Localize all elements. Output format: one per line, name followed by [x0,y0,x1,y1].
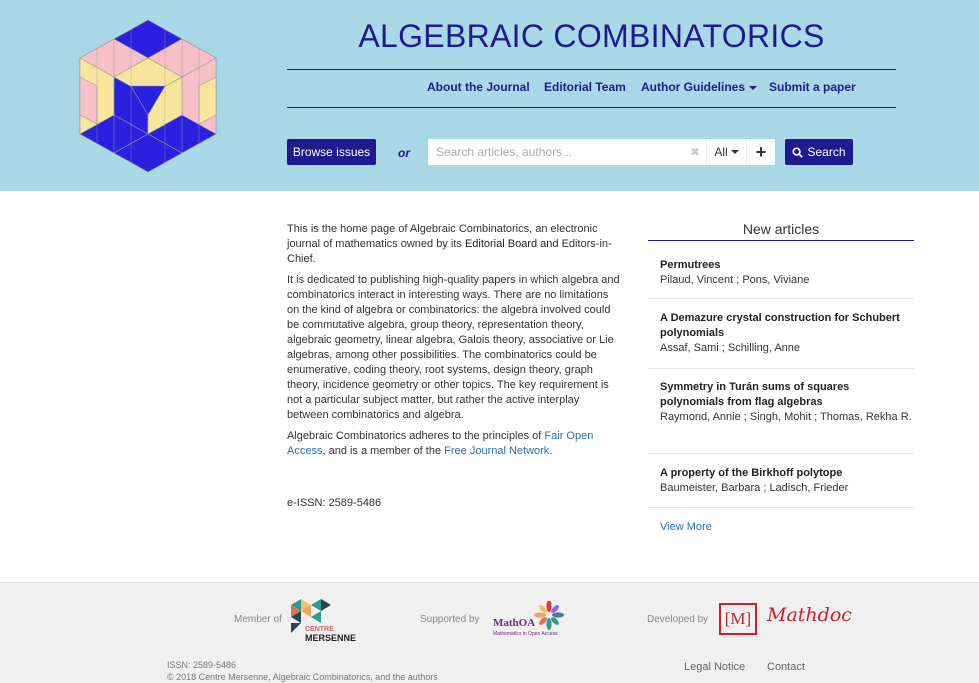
search-scope-select[interactable]: All [706,139,746,165]
article-authors: Baumeister, Barbara ; Ladisch, Frieder [660,482,849,494]
article-title[interactable]: Permutrees [660,258,914,273]
search-icon [792,146,804,158]
browse-issues-button[interactable]: Browse issues [287,139,376,165]
article-title[interactable]: A Demazure crystal construction for Schu… [660,311,914,341]
member-of-label: Member of [234,614,282,625]
divider [648,240,914,241]
contact-link[interactable]: Contact [767,661,805,673]
open-access-paragraph: Algebraic Combinatorics adheres to the p… [287,429,623,459]
search-box: ✖ All + [428,139,775,165]
journal-logo-icon[interactable] [78,18,218,173]
footer-copyright: © 2018 Centre Mersenne, Algebraic Combin… [167,672,438,682]
legal-notice-link[interactable]: Legal Notice [684,661,745,673]
mathoa-subtitle: Mathematics in Open Access [493,631,558,637]
mersenne-bottom-text: MERSENNE [305,633,357,643]
oa-mid-text: , and is a member of the [322,445,442,457]
search-button-label: Search [807,145,846,159]
search-button[interactable]: Search [785,139,853,165]
divider [648,453,914,454]
divider [648,368,914,369]
article-item[interactable]: A Demazure crystal construction for Schu… [648,311,914,356]
nav-submit-paper[interactable]: Submit a paper [769,80,856,94]
or-label: or [398,146,410,160]
article-title[interactable]: A property of the Birkhoff polytope [660,466,914,481]
nav-editorial-team[interactable]: Editorial Team [544,80,626,94]
oa-text: Algebraic Combinatorics adheres to the p… [287,430,542,442]
view-more-link[interactable]: View More [660,521,712,533]
header: ALGEBRAIC COMBINATORICS About the Journa… [0,0,979,191]
chevron-down-icon [749,85,758,90]
main-nav: About the Journal Editorial Team Author … [287,80,896,98]
mathdoc-name[interactable]: Mathdoc [767,604,852,626]
free-journal-network-link[interactable]: Free Journal Network [444,445,549,457]
nav-about[interactable]: About the Journal [427,80,530,94]
article-authors: Raymond, Annie ; Singh, Mohit ; Thomas, … [660,411,912,423]
footer [0,582,979,683]
article-authors: Assaf, Sami ; Schilling, Anne [660,342,801,354]
divider [648,507,914,508]
article-title[interactable]: Symmetry in Turán sums of squares polyno… [660,380,914,410]
search-input[interactable] [436,139,676,165]
developed-by-label: Developed by [647,614,709,625]
footer-issn: ISSN: 2589-5486 [167,660,237,670]
intro-paragraph: This is the home page of Algebraic Combi… [287,222,623,267]
article-item[interactable]: A property of the Birkhoff polytope Baum… [648,466,914,496]
divider [287,107,896,108]
mathdoc-logo-icon[interactable]: [M] [719,603,757,635]
nav-author-guidelines[interactable]: Author Guidelines [641,80,758,94]
supported-by-label: Supported by [420,614,480,625]
mathoa-name: MathOA [493,617,536,629]
page-title[interactable]: ALGEBRAIC COMBINATORICS [287,18,896,55]
article-authors: Pilaud, Vincent ; Pons, Viviane [660,274,810,286]
oa-end-text: . [549,445,553,457]
e-issn: e-ISSN: 2589-5486 [287,497,382,509]
plus-icon[interactable]: + [746,139,775,165]
chevron-down-icon [730,150,739,154]
divider [648,298,914,299]
new-articles-title: New articles [742,221,820,237]
article-item[interactable]: Symmetry in Turán sums of squares polyno… [648,380,914,425]
scope-paragraph: It is dedicated to publishing high-quali… [287,274,620,421]
clear-icon[interactable]: ✖ [690,145,700,159]
divider [287,69,896,70]
search-scope-value: All [714,145,728,159]
mersenne-top-text: CENTRE [305,626,334,633]
nav-author-guidelines-label: Author Guidelines [641,80,746,94]
journal-description: This is the home page of Algebraic Combi… [287,222,623,465]
editorial-board-text: Editorial Board and [464,238,559,250]
article-item[interactable]: Permutrees Pilaud, Vincent ; Pons, Vivia… [648,258,914,288]
